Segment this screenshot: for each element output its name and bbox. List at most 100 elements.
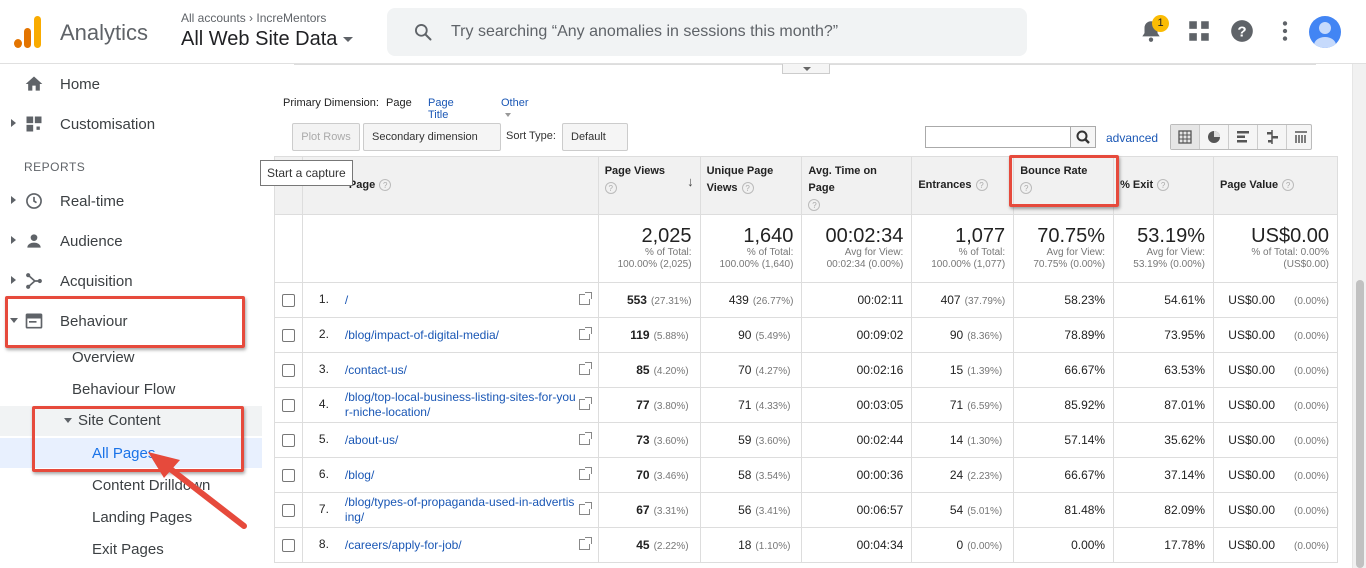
avg-time-cell: 00:04:34 <box>801 527 913 563</box>
entrances-percent: (6.59%) <box>967 401 1003 412</box>
open-external-icon[interactable] <box>578 537 592 550</box>
pivot-view-button[interactable] <box>1287 125 1315 149</box>
page-link[interactable]: /blog/ <box>345 468 374 483</box>
help-icon[interactable]: ? <box>1282 179 1295 192</box>
open-external-icon[interactable] <box>578 327 592 340</box>
open-external-icon[interactable] <box>578 502 592 515</box>
sidebar-item-home[interactable]: Home <box>0 64 262 104</box>
sidebar-item-audience[interactable]: Audience <box>0 221 262 261</box>
data-table-view-button[interactable] <box>1171 125 1200 149</box>
bounce-rate-cell: 81.48% <box>1013 492 1115 528</box>
row-checkbox[interactable] <box>281 399 295 413</box>
header-page-value-label: Page Value <box>1220 179 1279 191</box>
sidebar-item-behaviour-flow[interactable]: Behaviour Flow <box>72 381 175 398</box>
page-value-cell: US$0.00 (0.00%) <box>1213 527 1338 563</box>
row-checkbox[interactable] <box>281 539 295 553</box>
header-exit[interactable]: % Exit? <box>1113 156 1214 215</box>
page-cell: 2. /blog/impact-of-digital-media/ <box>301 317 599 353</box>
help-icon[interactable]: ? <box>1157 179 1170 192</box>
row-checkbox[interactable] <box>281 364 295 378</box>
row-checkbox[interactable] <box>281 294 295 308</box>
exit-cell: 82.09% <box>1113 492 1214 528</box>
advanced-filter-link[interactable]: advanced <box>1106 131 1158 145</box>
help-icon[interactable]: ? <box>741 182 754 195</box>
header-unique-page-views[interactable]: Unique Page Views? <box>699 156 803 215</box>
row-checkbox[interactable] <box>281 434 295 448</box>
highlight-box-behaviour <box>5 296 245 348</box>
row-checkbox-cell <box>274 492 303 528</box>
page-link[interactable]: /blog/top-local-business-listing-sites-f… <box>345 390 577 420</box>
scrollbar-thumb[interactable] <box>1356 280 1364 568</box>
entrances-value: 407 <box>940 293 961 307</box>
more-vert-icon[interactable] <box>1272 18 1298 44</box>
search-box[interactable] <box>387 8 1027 56</box>
open-external-icon[interactable] <box>578 467 592 480</box>
page-value-percent: (0.00%) <box>1293 506 1329 517</box>
help-icon[interactable]: ? <box>604 182 617 195</box>
header-entrances[interactable]: Entrances? <box>911 156 1015 215</box>
search-input[interactable] <box>451 20 1011 44</box>
sidebar-item-customisation[interactable]: Customisation <box>0 104 262 144</box>
row-checkbox[interactable] <box>281 469 295 483</box>
pie-view-button[interactable] <box>1200 125 1229 149</box>
pivot-table-icon <box>1295 131 1307 143</box>
avg-time-cell: 00:00:36 <box>801 457 913 493</box>
total-sub: 53.19% (0.00%) <box>1133 259 1205 270</box>
help-icon[interactable]: ? <box>1229 18 1255 44</box>
comparison-view-button[interactable] <box>1258 125 1287 149</box>
page-link[interactable]: /blog/types-of-propaganda-used-in-advert… <box>345 495 577 525</box>
open-external-icon[interactable] <box>578 397 592 410</box>
sidebar-item-acquisition[interactable]: Acquisition <box>0 261 262 301</box>
page-link[interactable]: /contact-us/ <box>345 363 407 378</box>
apps-grid-icon[interactable] <box>1186 18 1212 44</box>
avg-time-cell: 00:09:02 <box>801 317 913 353</box>
sidebar-item-exit-pages[interactable]: Exit Pages <box>92 541 164 558</box>
avatar[interactable] <box>1309 16 1341 48</box>
page-link[interactable]: / <box>345 293 348 308</box>
account-breadcrumb[interactable]: All accounts › IncreMentors <box>181 11 326 25</box>
expand-chart-toggle[interactable] <box>782 64 830 74</box>
unique-page-views-cell: 18 (1.10%) <box>699 527 803 563</box>
page-link[interactable]: /blog/impact-of-digital-media/ <box>345 328 499 343</box>
page-link[interactable]: /careers/apply-for-job/ <box>345 538 462 553</box>
help-icon[interactable]: ? <box>808 199 821 212</box>
help-icon[interactable]: ? <box>379 179 392 192</box>
secondary-dimension-dropdown[interactable]: Secondary dimension <box>363 123 501 166</box>
help-icon[interactable]: ? <box>975 179 988 192</box>
total-sub: % of Total: <box>645 247 692 258</box>
view-selector[interactable]: All Web Site Data <box>181 28 354 51</box>
open-external-icon[interactable] <box>578 362 592 375</box>
performance-view-button[interactable] <box>1229 125 1258 149</box>
sidebar-item-realtime[interactable]: Real-time <box>0 181 262 221</box>
header-page-value[interactable]: Page Value? <box>1213 156 1338 215</box>
sidebar-item-overview[interactable]: Overview <box>72 349 135 366</box>
app-name[interactable]: Analytics <box>60 20 148 46</box>
sort-type-dropdown[interactable]: Default <box>562 123 628 166</box>
page-value-cell: US$0.00 (0.00%) <box>1213 422 1338 458</box>
dimension-other[interactable]: Other <box>501 97 529 121</box>
primary-dimension-label: Primary Dimension: <box>283 97 379 109</box>
table-filter-input[interactable] <box>925 126 1071 148</box>
bounce-rate-cell: 78.89% <box>1013 317 1115 353</box>
open-external-icon[interactable] <box>578 432 592 445</box>
entrances-cell: 54 (5.01%) <box>911 492 1015 528</box>
avg-time-cell: 00:03:05 <box>801 387 913 423</box>
open-external-icon[interactable] <box>578 292 592 305</box>
highlight-box-bounce-rate <box>1009 155 1120 207</box>
entrances-percent: (2.23%) <box>967 471 1003 482</box>
table-filter-search-button[interactable] <box>1070 126 1096 148</box>
header-bounce-rate[interactable]: Bounce Rate? <box>1009 155 1120 215</box>
analytics-logo-icon[interactable] <box>14 16 44 48</box>
row-checkbox[interactable] <box>281 504 295 518</box>
plot-rows-button[interactable]: Plot Rows <box>292 123 360 151</box>
dimension-page-title[interactable]: Page Title <box>428 97 454 121</box>
dimension-page[interactable]: Page <box>386 97 412 109</box>
row-checkbox[interactable] <box>281 329 295 343</box>
sort-type-label: Sort Type: <box>506 130 556 142</box>
page-link[interactable]: /about-us/ <box>345 433 398 448</box>
header-avg-time[interactable]: Avg. Time on Page? <box>801 156 913 215</box>
avg-time-cell: 00:02:11 <box>801 282 913 318</box>
page-value-percent: (0.00%) <box>1293 401 1329 412</box>
vertical-scrollbar[interactable] <box>1352 64 1366 568</box>
header-page-views[interactable]: Page Views? ↓ <box>597 156 701 215</box>
